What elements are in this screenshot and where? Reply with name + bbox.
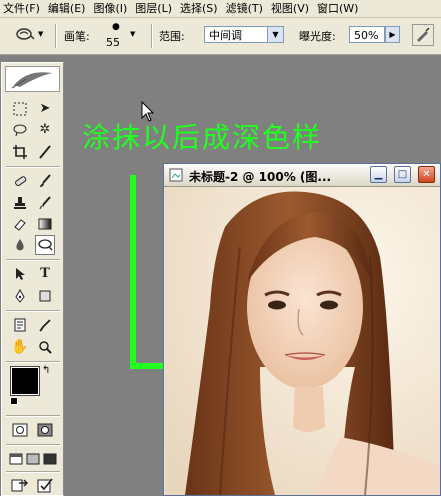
document-window: 未标题-2 @ 100% (图... ▁ □ ✕ <box>163 163 441 496</box>
eraser-icon[interactable] <box>10 214 30 234</box>
default-colors-icon[interactable] <box>10 397 18 405</box>
document-icon <box>169 168 183 182</box>
menu-filter[interactable]: 滤镜(T) <box>223 0 268 17</box>
type-icon[interactable]: T <box>35 264 55 284</box>
brush-label: 画笔: <box>64 30 90 43</box>
chevron-down-icon: ▼ <box>267 27 283 42</box>
menu-view[interactable]: 视图(V) <box>268 0 314 17</box>
range-select[interactable]: 中间调 ▼ <box>204 26 284 43</box>
airbrush-toggle[interactable] <box>412 24 434 46</box>
history-brush-icon[interactable] <box>35 193 55 213</box>
pen-icon[interactable] <box>10 286 30 306</box>
menu-bar: 文件(F) 编辑(E) 图像(I) 图层(L) 选择(S) 滤镜(T) 视图(V… <box>0 0 441 18</box>
crop-icon[interactable] <box>10 142 30 162</box>
healing-brush-icon[interactable] <box>10 171 30 191</box>
separator <box>6 444 60 446</box>
close-button[interactable]: ✕ <box>418 166 435 183</box>
standard-mode-icon[interactable] <box>10 420 30 440</box>
brush-dot-icon: ● <box>112 22 120 32</box>
separator <box>6 166 60 168</box>
feather-logo <box>5 66 60 92</box>
slice-icon[interactable] <box>35 142 55 162</box>
blur-icon[interactable] <box>10 235 30 255</box>
zoom-icon[interactable] <box>35 337 55 357</box>
screen-mode-full-icon[interactable] <box>40 449 60 469</box>
separator <box>6 471 60 473</box>
maximize-button[interactable]: □ <box>394 166 411 183</box>
separator <box>6 310 60 312</box>
separator <box>6 361 60 363</box>
menu-layer[interactable]: 图层(L) <box>132 0 177 17</box>
exposure-input[interactable]: 50% <box>349 26 385 43</box>
rect-marquee-icon[interactable] <box>10 99 30 119</box>
chevron-down-icon: ▼ <box>130 30 136 38</box>
swap-colors-icon[interactable]: ↰ <box>42 365 50 376</box>
lasso-icon[interactable] <box>10 120 30 140</box>
path-select-icon[interactable] <box>10 264 30 284</box>
magic-wand-icon[interactable]: ✲ <box>35 120 55 140</box>
brush-preset-picker[interactable]: ● 55 ▼ <box>100 20 140 52</box>
burn-tool-icon[interactable] <box>35 235 55 255</box>
exposure-value: 50% <box>354 29 379 42</box>
burn-tool-icon[interactable] <box>14 26 36 44</box>
shape-icon[interactable] <box>35 286 55 306</box>
separator <box>6 259 60 261</box>
minimize-button[interactable]: ▁ <box>370 166 387 183</box>
move-icon[interactable]: ➤ <box>35 99 55 119</box>
separator <box>6 415 60 417</box>
toolbox: ➤ ✲ T ✋ ↰ <box>1 62 64 496</box>
document-title: 未标题-2 @ 100% (图... <box>189 170 332 184</box>
options-bar: ▼ 画笔: ● 55 ▼ 范围: 中间调 ▼ 曝光度: 50% ▶ <box>0 18 441 55</box>
jump-to-imageready-icon[interactable] <box>10 475 30 495</box>
annotation-text: 涂抹以后成深色样 <box>82 121 323 154</box>
separator <box>151 24 153 48</box>
clone-stamp-icon[interactable] <box>10 193 30 213</box>
separator <box>55 24 57 48</box>
hand-icon[interactable]: ✋ <box>10 337 30 357</box>
brush-icon[interactable] <box>35 171 55 191</box>
range-select-value: 中间调 <box>209 29 242 42</box>
exposure-label: 曝光度: <box>299 30 336 43</box>
chevron-down-icon[interactable]: ▼ <box>38 30 43 38</box>
notes-icon[interactable] <box>10 315 30 335</box>
exposure-slider-button[interactable]: ▶ <box>385 26 400 43</box>
menu-file[interactable]: 文件(F) <box>0 0 45 17</box>
menu-window[interactable]: 窗口(W) <box>314 0 363 17</box>
canvas-photo[interactable] <box>165 187 440 495</box>
menu-select[interactable]: 选择(S) <box>177 0 223 17</box>
menu-edit[interactable]: 编辑(E) <box>45 0 91 17</box>
eyedropper-icon[interactable] <box>35 315 55 335</box>
gradient-icon[interactable] <box>35 214 55 234</box>
foreground-color-swatch[interactable] <box>10 366 40 396</box>
document-titlebar[interactable]: 未标题-2 @ 100% (图... ▁ □ ✕ <box>164 164 440 187</box>
brush-size-value: 55 <box>106 36 120 49</box>
menu-image[interactable]: 图像(I) <box>90 0 132 17</box>
quick-mask-icon[interactable] <box>35 420 55 440</box>
checkbox-icon[interactable] <box>35 475 55 495</box>
range-label: 范围: <box>159 30 185 43</box>
